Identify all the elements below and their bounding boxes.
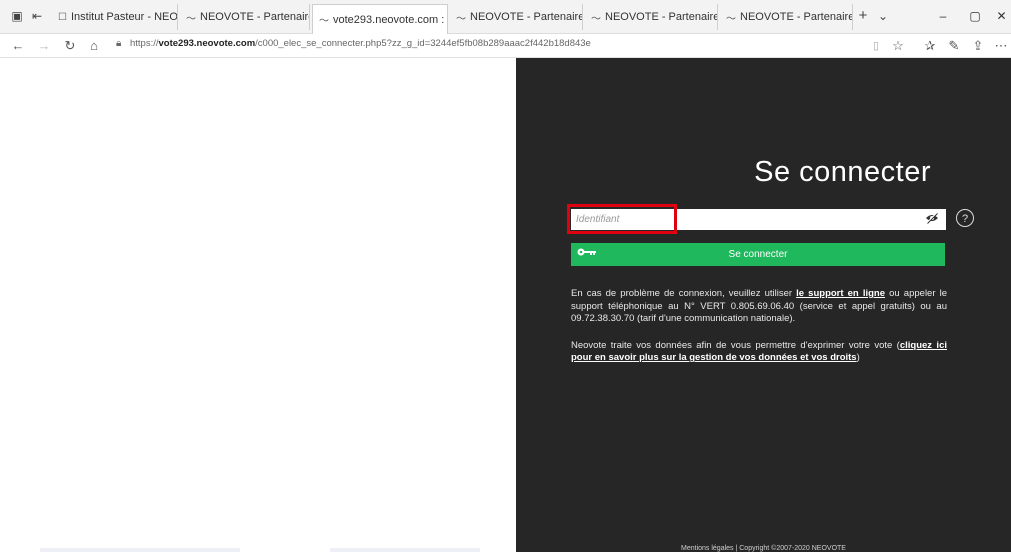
url-path: /c000_elec_se_connecter.php5?zz_g_id=324…	[255, 38, 591, 49]
neovote-icon: 〜	[186, 13, 196, 25]
url-host: vote293.neovote.com	[158, 38, 256, 49]
new-tab-button[interactable]: +	[856, 8, 870, 23]
page-artifact	[330, 548, 480, 552]
tab-vote293-active[interactable]: 〜 vote293.neovote.com : ✕	[312, 4, 448, 34]
favorites-list-icon[interactable]: ✰	[920, 36, 940, 56]
refresh-icon[interactable]: ↻	[60, 36, 80, 56]
tab-label: Institut Pasteur - NEOVOTE-	[70, 11, 178, 23]
tab-neovote-3[interactable]: 〜 NEOVOTE - Partenaire de vc	[585, 4, 718, 30]
neovote-icon: 〜	[726, 13, 736, 25]
url-prefix: https://	[130, 38, 159, 49]
neovote-icon: 〜	[456, 13, 466, 25]
set-aside-tabs-icon[interactable]: ⇤	[30, 9, 44, 23]
lock-icon: 🔒︎	[116, 38, 122, 49]
support-paragraph: En cas de problème de connexion, veuille…	[571, 288, 947, 326]
close-window-button[interactable]: ✕	[992, 6, 1011, 26]
address-bar[interactable]: https://vote293.neovote.com/c000_elec_se…	[130, 38, 591, 49]
reading-view-icon[interactable]: ▯	[866, 36, 886, 56]
page-artifact	[40, 548, 240, 552]
login-panel: Se connecter ? Se connecter En cas	[516, 58, 1011, 552]
browser-nav-bar: ← → ↻ ⌂ 🔒︎ https://vote293.neovote.com/c…	[0, 34, 1011, 58]
tab-neovote-1[interactable]: 〜 NEOVOTE - Partenaire de vc	[180, 4, 310, 30]
browser-tab-bar: ▣ ⇤ ☐ Institut Pasteur - NEOVOTE- 〜 NEOV…	[0, 0, 1011, 34]
back-arrow-icon[interactable]: ←	[8, 36, 28, 56]
tab-menu-chevron-icon[interactable]: ⌄	[876, 9, 890, 23]
page-title: Se connecter	[754, 156, 931, 188]
neovote-icon: 〜	[591, 13, 601, 25]
tab-label: vote293.neovote.com :	[333, 13, 445, 26]
tab-label: NEOVOTE - Partenaire de vc	[740, 11, 853, 23]
eye-slash-icon[interactable]	[924, 212, 940, 226]
more-icon[interactable]: ⋯	[994, 36, 1008, 56]
tab-neovote-4[interactable]: 〜 NEOVOTE - Partenaire de vc	[720, 4, 853, 30]
online-support-link[interactable]: le support en ligne	[796, 288, 885, 299]
help-icon[interactable]: ?	[956, 209, 974, 227]
share-icon[interactable]: ⇪	[968, 36, 988, 56]
support-text-before: En cas de problème de connexion, veuille…	[571, 288, 797, 299]
login-submit-button[interactable]: Se connecter	[571, 243, 945, 266]
info-text: En cas de problème de connexion, veuille…	[571, 288, 947, 379]
forward-arrow-icon[interactable]: →	[34, 36, 54, 56]
privacy-paragraph: Neovote traite vos données afin de vous …	[571, 340, 947, 365]
home-icon[interactable]: ⌂	[84, 36, 104, 56]
favorite-star-icon[interactable]: ☆	[888, 36, 908, 56]
privacy-text-after: )	[856, 352, 860, 363]
tab-neovote-2[interactable]: 〜 NEOVOTE - Partenaire de vc	[450, 4, 583, 30]
maximize-button[interactable]: ▢	[960, 6, 990, 26]
minimize-button[interactable]: –	[928, 6, 958, 26]
submit-label: Se connecter	[728, 249, 788, 260]
tab-label: NEOVOTE - Partenaire de vc	[605, 11, 718, 23]
tab-label: NEOVOTE - Partenaire de vc	[200, 11, 310, 23]
pen-icon[interactable]: ✎	[944, 36, 964, 56]
tab-label: NEOVOTE - Partenaire de vc	[470, 11, 583, 23]
privacy-text-before: Neovote traite vos données afin de vous …	[571, 339, 900, 351]
tab-actions-icon[interactable]: ▣	[10, 9, 24, 23]
highlight-box	[567, 204, 677, 234]
footer-legal[interactable]: Mentions légales | Copyright ©2007-2020 …	[516, 545, 1011, 552]
neovote-icon: 〜	[319, 16, 329, 27]
tab-institut-pasteur[interactable]: ☐ Institut Pasteur - NEOVOTE-	[52, 4, 178, 30]
page-icon: ☐	[58, 11, 67, 23]
eye-slash-icon-svg	[926, 212, 938, 224]
